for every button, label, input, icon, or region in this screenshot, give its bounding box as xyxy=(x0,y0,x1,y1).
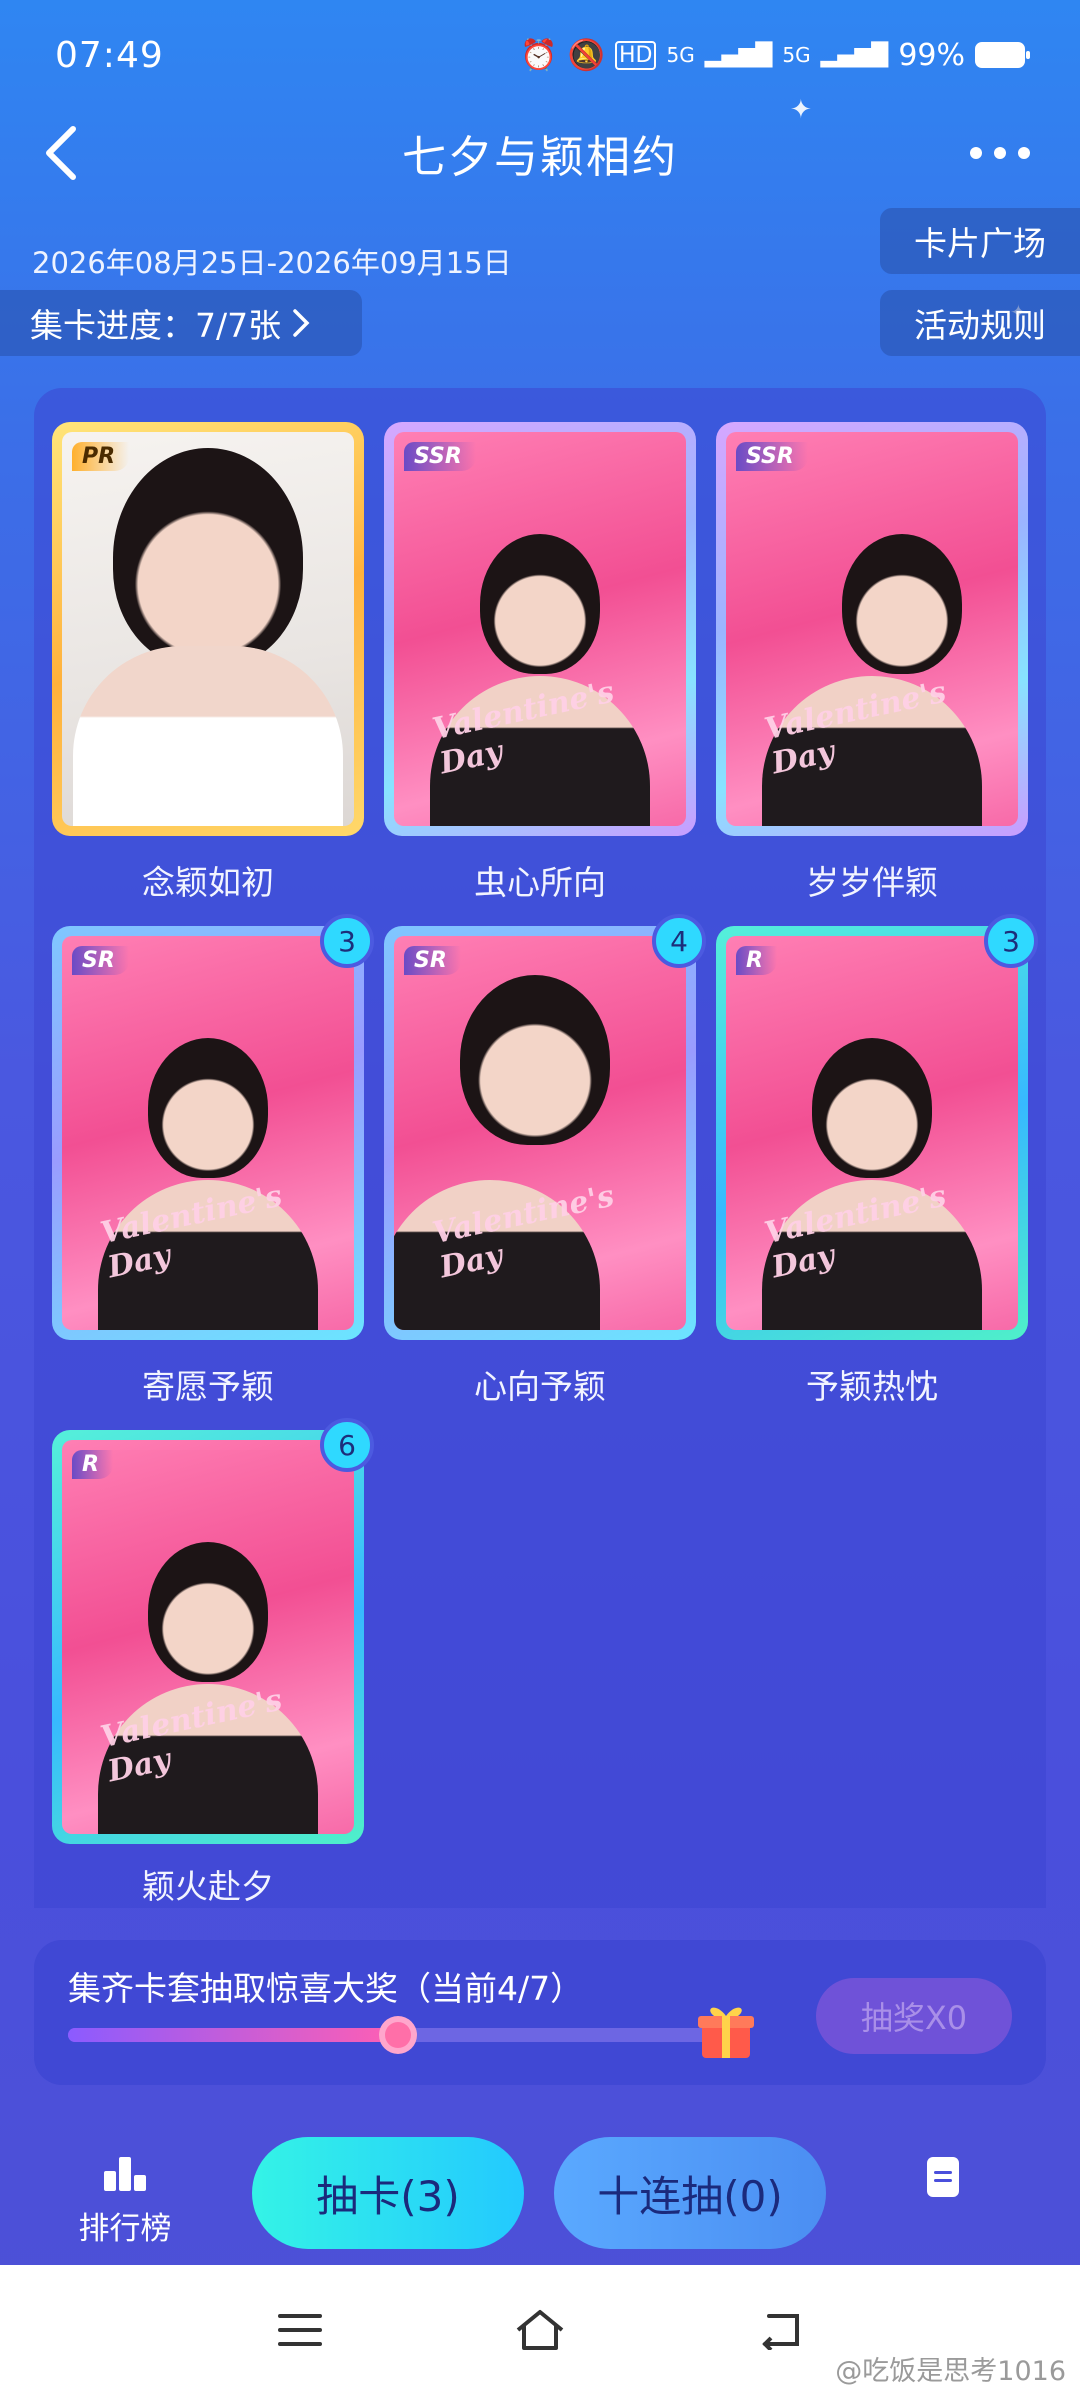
battery-percent: 99% xyxy=(898,37,965,73)
rarity-badge: R xyxy=(72,1450,113,1479)
back-arrow-icon xyxy=(762,2314,799,2350)
reward-panel: 集齐卡套抽取惊喜大奖（当前4/7） 抽奖X0 xyxy=(34,1940,1046,2085)
signal-icon: ▂▄▆█ xyxy=(704,42,773,68)
nav-home-button[interactable] xyxy=(500,2300,580,2360)
rarity-badge: R xyxy=(736,946,777,975)
battery-icon xyxy=(975,42,1030,68)
portrait-image xyxy=(148,1542,268,1683)
network-label-1: 5G xyxy=(666,43,695,67)
reward-description: 集齐卡套抽取惊喜大奖（当前4/7） xyxy=(68,1969,584,2008)
rarity-badge: PR xyxy=(72,442,130,471)
nav-back-button[interactable] xyxy=(740,2300,820,2360)
bottom-action-bar: 排行榜 抽卡(3) 十连抽(0) xyxy=(0,2125,1080,2265)
card-square-button[interactable]: 卡片广场 xyxy=(880,208,1080,274)
chevron-left-icon xyxy=(46,126,76,180)
menu-icon xyxy=(278,2314,322,2346)
reward-progress-fill xyxy=(68,2028,398,2042)
card-name: 寄愿予颖 xyxy=(142,1367,274,1406)
card-count-badge: 3 xyxy=(320,914,374,968)
system-nav-bar: @吃饭是思考1016 xyxy=(0,2265,1080,2388)
portrait-image xyxy=(480,534,600,675)
rules-button[interactable]: 活动规则 xyxy=(880,290,1080,356)
card-name: 予颖热忱 xyxy=(806,1367,938,1406)
status-time: 07:49 xyxy=(55,34,164,76)
record-button[interactable] xyxy=(925,2155,981,2215)
reward-progress-bar xyxy=(68,2016,728,2054)
rarity-badge: SR xyxy=(404,946,461,975)
home-icon xyxy=(516,2310,564,2350)
cards-grid: PR 念颖如初 Valentine's Day SSR 虫心所向 Valenti… xyxy=(34,388,1046,1908)
rarity-badge: SSR xyxy=(736,442,808,471)
card-image: Valentine's Day SSR xyxy=(726,432,1018,826)
portrait-image xyxy=(148,1038,268,1179)
card-image: Valentine's Day SR xyxy=(62,936,354,1330)
back-button[interactable] xyxy=(30,118,90,188)
card-name: 颖火赴夕 xyxy=(142,1867,274,1906)
mute-icon: 🔕 xyxy=(567,37,605,73)
card-image: Valentine's Day R xyxy=(62,1440,354,1834)
card-item[interactable]: Valentine's Day SR 4 xyxy=(384,914,706,1340)
network-label-2: 5G xyxy=(782,43,811,67)
page-title: 七夕与颖相约 xyxy=(402,131,678,183)
leaderboard-icon xyxy=(104,2157,146,2191)
card-item[interactable]: Valentine's Day R 6 xyxy=(52,1418,374,1844)
card-name: 虫心所向 xyxy=(474,863,606,902)
card-item[interactable]: Valentine's Day SSR xyxy=(716,422,1028,836)
card-image: Valentine's Day SSR xyxy=(394,432,686,826)
leaderboard-label: 排行榜 xyxy=(78,2211,172,2247)
card-count-badge: 3 xyxy=(984,914,1038,968)
title-bar: 七夕与颖相约 xyxy=(0,110,1080,195)
card-count-badge: 6 xyxy=(320,1418,374,1472)
draw-card-button[interactable]: 抽卡(3) xyxy=(252,2137,524,2249)
rarity-badge: SR xyxy=(72,946,129,975)
chevron-right-icon xyxy=(293,309,310,337)
portrait-image xyxy=(842,534,962,675)
portrait-image xyxy=(812,1038,932,1179)
nav-menu-button[interactable] xyxy=(260,2300,340,2360)
card-item[interactable]: Valentine's Day SR 3 xyxy=(52,914,374,1340)
event-date-range: 2026年08月25日-2026年09月15日 xyxy=(32,246,512,280)
rarity-badge: SSR xyxy=(404,442,476,471)
portrait-image xyxy=(113,447,303,668)
card-name: 念颖如初 xyxy=(142,863,274,902)
sparkle-decoration: ✦ xyxy=(790,95,812,125)
reward-progress-knob xyxy=(379,2016,417,2054)
collection-progress-button[interactable]: 集卡进度：7/7张 xyxy=(0,290,362,356)
card-image: PR xyxy=(62,432,354,826)
card-name: 心向予颖 xyxy=(474,1367,606,1406)
portrait-body xyxy=(73,646,343,826)
card-item[interactable]: Valentine's Day SSR xyxy=(384,422,696,836)
more-button[interactable] xyxy=(960,118,1040,188)
collection-progress-label: 集卡进度：7/7张 xyxy=(30,306,282,345)
more-dots-icon xyxy=(970,147,1030,159)
status-icons: ⏰ 🔕 HD 5G ▂▄▆█ 5G ▂▄▆█ 99% xyxy=(520,37,1030,73)
card-image: Valentine's Day SR xyxy=(394,936,686,1330)
hd-icon: HD xyxy=(614,40,657,70)
watermark-text: @吃饭是思考1016 xyxy=(835,2356,1066,2387)
lottery-button[interactable]: 抽奖X0 xyxy=(816,1978,1012,2054)
document-icon xyxy=(927,2157,959,2197)
gift-icon xyxy=(698,2007,754,2058)
card-name: 岁岁伴颖 xyxy=(806,863,938,902)
card-image: Valentine's Day R xyxy=(726,936,1018,1330)
signal-icon-2: ▂▄▆█ xyxy=(820,42,889,68)
alarm-icon: ⏰ xyxy=(520,37,558,73)
status-bar: 07:49 ⏰ 🔕 HD 5G ▂▄▆█ 5G ▂▄▆█ 99% xyxy=(0,0,1080,110)
card-count-badge: 4 xyxy=(652,914,706,968)
card-item[interactable]: Valentine's Day R 3 xyxy=(716,914,1038,1340)
card-item[interactable]: PR xyxy=(52,422,364,836)
leaderboard-button[interactable]: 排行榜 xyxy=(60,2155,190,2255)
portrait-image xyxy=(460,975,610,1146)
ten-draw-button[interactable]: 十连抽(0) xyxy=(554,2137,826,2249)
